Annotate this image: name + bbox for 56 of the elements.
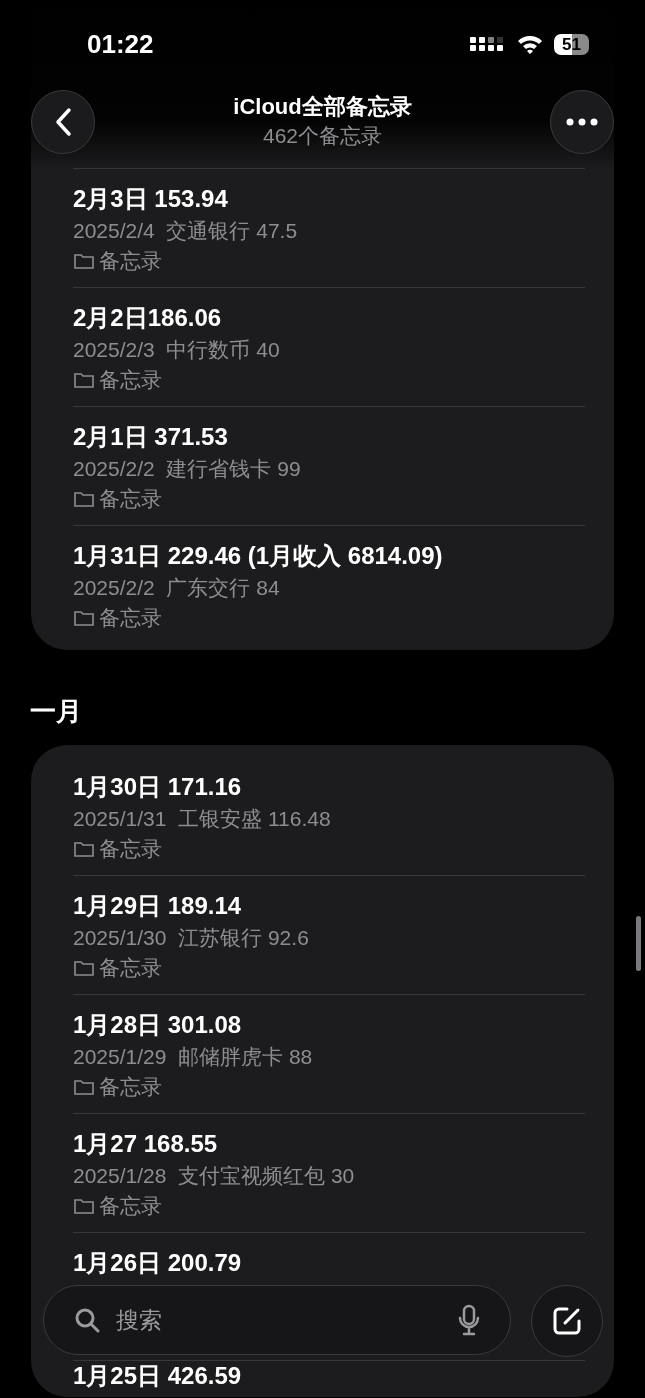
- note-preview: 2025/1/31 工银安盛 116.48: [73, 806, 332, 832]
- folder-label: 备忘录: [99, 955, 162, 981]
- more-icon: [566, 118, 598, 126]
- note-title: 2月3日 153.94: [73, 184, 229, 214]
- note-preview: 2025/1/29 邮储胖虎卡 88: [73, 1044, 314, 1070]
- note-preview: 2025/2/2 建行省钱卡 99: [73, 456, 302, 482]
- folder-icon: [73, 370, 95, 389]
- note-row[interactable]: 1月29日 189.14 2025/1/30 江苏银行 92.6 备忘录: [73, 876, 585, 994]
- note-row[interactable]: 2月3日 153.94 2025/2/4 交通银行 47.5 备忘录: [73, 169, 585, 287]
- note-title: 1月30日 171.16: [73, 772, 243, 802]
- folder-label: 备忘录: [99, 1193, 162, 1219]
- note-title: 2月1日 371.53: [73, 422, 229, 452]
- search-bar[interactable]: 搜索: [43, 1285, 511, 1355]
- note-row[interactable]: 1月28日 301.08 2025/1/29 邮储胖虎卡 88 备忘录: [73, 995, 585, 1113]
- search-icon: [74, 1307, 100, 1333]
- note-title: 1月31日 229.46 (1月收入 6814.09): [73, 541, 444, 571]
- note-title: 1月28日 301.08: [73, 1010, 243, 1040]
- folder-icon: [73, 1077, 95, 1096]
- folder-icon: [73, 839, 95, 858]
- note-row[interactable]: 1月31日 229.46 (1月收入 6814.09) 2025/2/2 广东交行 84 备忘录: [73, 526, 585, 644]
- note-preview: 2025/1/28 支付宝视频红包 30: [73, 1163, 356, 1189]
- note-title: 1月29日 189.14: [73, 891, 243, 921]
- note-preview: 2025/1/30 江苏银行 92.6: [73, 925, 310, 951]
- folder-icon: [73, 251, 95, 270]
- folder-label: 备忘录: [99, 367, 162, 393]
- note-preview: 2025/2/2 广东交行 84: [73, 575, 281, 601]
- section-header: 一月: [30, 695, 83, 728]
- nav-subtitle: 462个备忘录: [262, 123, 382, 149]
- compose-icon: [551, 1305, 583, 1337]
- folder-icon: [73, 608, 95, 627]
- chevron-left-icon: [54, 107, 72, 137]
- note-preview: 2025/2/3 中行数币 40: [73, 337, 281, 363]
- folder-icon: [73, 1196, 95, 1215]
- note-title: 1月26日 200.79: [73, 1248, 243, 1278]
- note-row[interactable]: 1月30日 171.16 2025/1/31 工银安盛 116.48 备忘录: [73, 757, 585, 875]
- search-field[interactable]: 搜索: [114, 1305, 444, 1335]
- folder-label: 备忘录: [99, 248, 162, 274]
- microphone-icon[interactable]: [458, 1304, 480, 1336]
- folder-icon: [73, 958, 95, 977]
- note-row[interactable]: 1月26日 200.79: [73, 1233, 585, 1282]
- note-title: 1月25日 426.59: [73, 1361, 243, 1391]
- folder-label: 备忘录: [99, 1074, 162, 1100]
- scroll-indicator: [636, 916, 641, 971]
- folder-label: 备忘录: [99, 836, 162, 862]
- note-row[interactable]: 1月27 168.55 2025/1/28 支付宝视频红包 30 备忘录: [73, 1114, 585, 1232]
- note-preview: 2025/2/4 交通银行 47.5: [73, 218, 299, 244]
- folder-label: 备忘录: [99, 605, 162, 631]
- folder-icon: [73, 489, 95, 508]
- folder-label: 备忘录: [99, 486, 162, 512]
- status-time: 01:22: [87, 28, 154, 60]
- nav-title: iCloud全部备忘录: [233, 93, 412, 121]
- wifi-icon: [516, 33, 545, 55]
- note-title: 1月27 168.55: [73, 1129, 219, 1159]
- note-row[interactable]: 2月1日 371.53 2025/2/2 建行省钱卡 99 备忘录: [73, 407, 585, 525]
- note-row[interactable]: 2月2日186.06 2025/2/3 中行数币 40 备忘录: [73, 288, 585, 406]
- note-title: 2月2日186.06: [73, 303, 223, 333]
